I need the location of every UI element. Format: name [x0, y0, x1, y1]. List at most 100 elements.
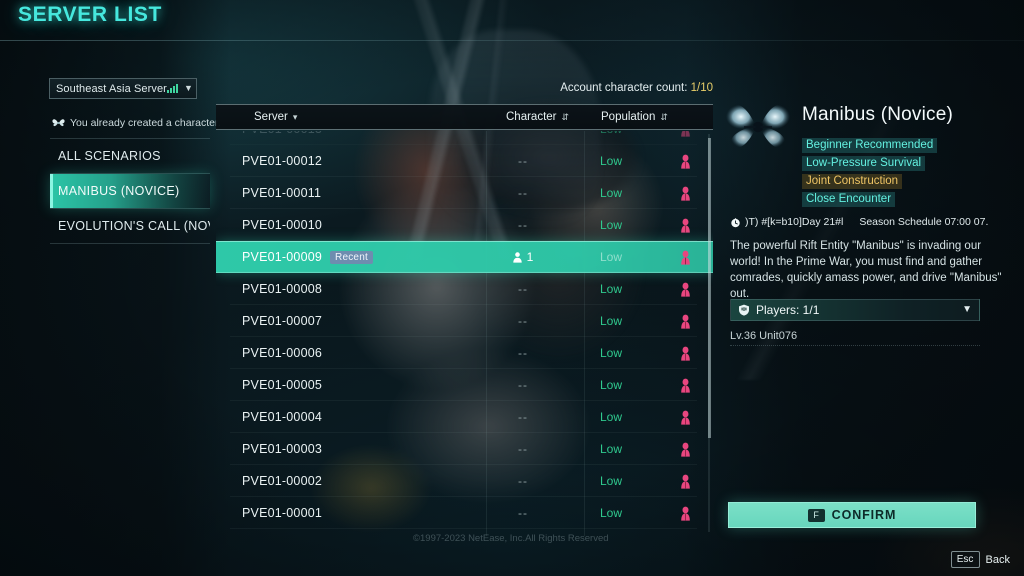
- region-select-value: Southeast Asia Server: [56, 82, 167, 95]
- population-icon: [681, 378, 690, 393]
- copyright-text: ©1997-2023 NetEase, Inc.All Rights Reser…: [413, 533, 609, 544]
- sidebar-item-all-scenarios[interactable]: ALL SCENARIOS: [50, 139, 210, 173]
- sidebar-item-evolutions-call-novice[interactable]: EVOLUTION'S CALL (NOVI: [50, 209, 210, 243]
- table-row[interactable]: PVE01-00012 -- Low: [216, 145, 713, 177]
- row-population-value: Low: [600, 250, 623, 264]
- row-character-cell: --: [488, 442, 558, 456]
- row-population-value: Low: [600, 186, 623, 200]
- server-table: Server ▾ Character ⇵ Population ⇵ PVE01-…: [216, 104, 713, 536]
- row-character-value: --: [518, 378, 528, 392]
- column-header-population-label: Population: [601, 111, 656, 123]
- population-icon: [681, 474, 690, 489]
- player-list-item: Lv.36 Unit076: [730, 326, 980, 346]
- sidebar-item-manibus-novice[interactable]: MANIBUS (NOVICE): [50, 174, 210, 208]
- row-character-cell: --: [488, 410, 558, 424]
- column-header-character-label: Character: [506, 111, 557, 123]
- row-character-value: --: [518, 186, 528, 200]
- scenario-sidebar: ALL SCENARIOS MANIBUS (NOVICE) EVOLUTION…: [50, 138, 210, 244]
- chevron-down-icon: ▼: [962, 304, 972, 315]
- row-server-name: PVE01-00005: [242, 378, 323, 392]
- population-icon: [681, 282, 690, 297]
- page-title: SERVER LIST: [18, 3, 162, 26]
- row-character-cell: --: [488, 186, 558, 200]
- players-dropdown[interactable]: Players: 1/1 ▼: [730, 299, 980, 321]
- population-icon: [681, 154, 690, 169]
- column-header-population[interactable]: Population ⇵: [601, 105, 668, 129]
- account-character-count: Account character count: 1/10: [560, 82, 713, 94]
- row-character-value: --: [518, 442, 528, 456]
- players-dropdown-label: Players: 1/1: [756, 303, 820, 317]
- schedule-season-text: Season Schedule 07:00 07.: [859, 216, 989, 228]
- table-row[interactable]: PVE01-00011 -- Low: [216, 177, 713, 209]
- moth-emblem-icon: [52, 119, 65, 127]
- population-icon: [681, 314, 690, 329]
- population-icon: [681, 131, 690, 137]
- population-icon: [681, 250, 690, 265]
- row-population-value: Low: [600, 346, 623, 360]
- server-table-header: Server ▾ Character ⇵ Population ⇵: [216, 104, 713, 130]
- table-row[interactable]: PVE01-00010 -- Low: [216, 209, 713, 241]
- row-population-value: Low: [600, 154, 623, 168]
- row-server-name: PVE01-00008: [242, 282, 323, 296]
- confirm-button[interactable]: F CONFIRM: [728, 502, 976, 528]
- scenario-tag-list: Beginner Recommended Low-Pressure Surviva…: [802, 138, 938, 207]
- signal-bars-icon: [166, 84, 178, 93]
- column-header-server-label: Server: [254, 111, 288, 123]
- column-header-server[interactable]: Server ▾: [254, 105, 297, 129]
- table-row[interactable]: PVE01-00001 -- Low: [216, 497, 713, 529]
- chevron-down-icon: ▼: [183, 83, 193, 93]
- row-server-name: PVE01-00010: [242, 218, 323, 232]
- table-row[interactable]: PVE01-00005 -- Low: [216, 369, 713, 401]
- row-character-cell: --: [488, 346, 558, 360]
- population-icon: [681, 346, 690, 361]
- row-server-name: PVE01-00001: [242, 506, 323, 520]
- sidebar-divider: [50, 243, 210, 244]
- row-character-cell: --: [488, 314, 558, 328]
- table-row[interactable]: PVE01-00007 -- Low: [216, 305, 713, 337]
- row-population-value: Low: [600, 314, 623, 328]
- moth-emblem-icon: [725, 104, 791, 148]
- row-character-value: --: [518, 346, 528, 360]
- region-select-dropdown[interactable]: Southeast Asia Server ▼: [49, 78, 197, 99]
- row-character-value: 1: [526, 250, 534, 264]
- row-character-cell: --: [488, 131, 558, 136]
- table-row[interactable]: PVE01-00002 -- Low: [216, 465, 713, 497]
- confirm-button-label: CONFIRM: [831, 508, 897, 522]
- player-list-item-label: Lv.36 Unit076: [730, 329, 798, 342]
- row-server-name: PVE01-00002: [242, 474, 323, 488]
- row-character-value: --: [518, 314, 528, 328]
- table-row[interactable]: PVE01-00009 Recent 1 Low: [216, 241, 713, 273]
- account-character-count-value: 1/10: [690, 82, 713, 94]
- row-divider: [230, 271, 697, 272]
- table-row[interactable]: PVE01-00008 -- Low: [216, 273, 713, 305]
- row-character-cell: --: [488, 218, 558, 232]
- table-row[interactable]: PVE01-00013 -- Low: [216, 131, 713, 145]
- row-server-name: PVE01-00004: [242, 410, 323, 424]
- character-created-note: You already created a character.: [52, 115, 242, 131]
- back-hint[interactable]: Esc Back: [950, 551, 1010, 568]
- row-character-cell: --: [488, 378, 558, 392]
- row-character-cell: --: [488, 506, 558, 520]
- table-row[interactable]: PVE01-00006 -- Low: [216, 337, 713, 369]
- row-server-name: PVE01-00009: [242, 250, 323, 264]
- table-row[interactable]: PVE01-00004 -- Low: [216, 401, 713, 433]
- row-population-value: Low: [600, 282, 623, 296]
- row-character-value: --: [518, 474, 528, 488]
- row-character-value: --: [518, 506, 528, 520]
- row-character-cell: --: [488, 154, 558, 168]
- sidebar-item-label: MANIBUS (NOVICE): [58, 184, 180, 198]
- table-row[interactable]: PVE01-00003 -- Low: [216, 433, 713, 465]
- row-population-value: Low: [600, 218, 623, 232]
- header-divider: [0, 40, 1024, 41]
- scenario-tag: Close Encounter: [802, 192, 896, 207]
- recent-badge: Recent: [330, 250, 373, 264]
- person-icon: [512, 251, 522, 263]
- row-server-name: PVE01-00006: [242, 346, 323, 360]
- column-header-character[interactable]: Character ⇵: [506, 105, 569, 129]
- server-row-list[interactable]: PVE01-00013--LowPVE01-00012--LowPVE01-00…: [216, 131, 713, 536]
- row-character-cell: --: [488, 474, 558, 488]
- confirm-key-badge: F: [807, 508, 825, 522]
- season-schedule-line: )T) #[k=b10]Day 21#l Season Schedule 07:…: [730, 216, 1012, 228]
- row-population-value: Low: [600, 378, 623, 392]
- table-scrollbar-thumb[interactable]: [708, 138, 711, 438]
